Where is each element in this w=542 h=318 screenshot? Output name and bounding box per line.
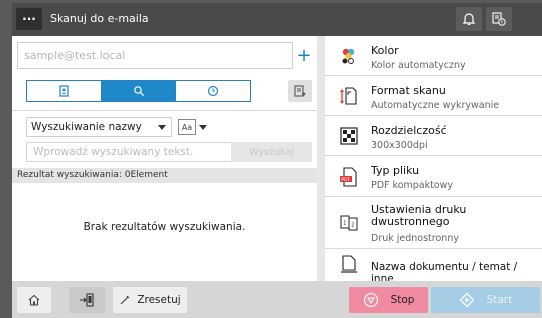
home-button[interactable] bbox=[17, 287, 51, 313]
setting-duplex[interactable]: 12 Ustawienia druku dwustronnego Druk je… bbox=[325, 197, 542, 249]
search-button[interactable]: Wyszukaj bbox=[231, 142, 312, 162]
search-icon bbox=[133, 86, 144, 96]
color-icon bbox=[338, 45, 360, 67]
setting-value: 300x300dpi bbox=[371, 140, 428, 151]
email-field-wrapper bbox=[17, 42, 293, 69]
tab-history[interactable] bbox=[176, 81, 251, 101]
menu-button[interactable]: ··· bbox=[16, 8, 42, 30]
stop-icon bbox=[363, 292, 378, 308]
setting-label: Rozdzielczość bbox=[371, 124, 447, 137]
pdf-file-icon: PDF bbox=[338, 166, 360, 188]
setting-value: PDF kompaktowy bbox=[371, 180, 454, 191]
divider bbox=[12, 110, 317, 111]
scan-format-icon bbox=[338, 85, 360, 107]
setting-label: Kolor bbox=[371, 44, 399, 57]
setting-label: Ustawienia druku dwustronnego bbox=[371, 203, 467, 228]
settings-panel: Kolor Kolor automatyczny Format skanu Au… bbox=[325, 36, 542, 285]
window-title: Skanuj do e-maila bbox=[50, 12, 149, 25]
device-status-icon bbox=[492, 12, 506, 26]
address-detail-button[interactable] bbox=[288, 80, 312, 102]
title-bar: ··· Skanuj do e-maila bbox=[12, 3, 542, 36]
tab-search[interactable] bbox=[101, 81, 177, 101]
eraser-icon bbox=[120, 295, 130, 305]
case-label: Aa bbox=[178, 119, 196, 135]
case-option-dropdown[interactable]: Aa bbox=[178, 117, 212, 137]
bottom-bar: Zresetuj Stop Start bbox=[12, 281, 542, 318]
search-bar: Wyszukaj bbox=[26, 142, 312, 162]
search-mode-dropdown[interactable]: Wyszukiwanie nazwy bbox=[26, 117, 172, 137]
setting-resolution[interactable]: Rozdzielczość 300x300dpi bbox=[325, 116, 542, 156]
start-label: Start bbox=[486, 294, 513, 306]
address-mode-tabs bbox=[26, 80, 251, 102]
resolution-icon bbox=[338, 125, 360, 147]
setting-document-name[interactable]: Nazwa dokumentu / temat / inne bbox=[325, 249, 542, 285]
chevron-down-icon bbox=[158, 125, 166, 130]
setting-value: Automatyczne wykrywanie bbox=[371, 100, 500, 111]
result-count: Rezultat wyszukiwania: 0Element bbox=[12, 168, 317, 183]
document-name-icon bbox=[338, 254, 360, 276]
email-field[interactable] bbox=[18, 43, 292, 68]
app-frame: ··· Skanuj do e-maila + bbox=[12, 3, 542, 318]
search-mode-label: Wyszukiwanie nazwy bbox=[31, 121, 142, 133]
search-input[interactable] bbox=[27, 143, 232, 161]
home-icon bbox=[28, 294, 40, 306]
login-icon bbox=[80, 293, 94, 307]
setting-value: Druk jednostronny bbox=[371, 233, 459, 244]
duplex-icon: 12 bbox=[338, 212, 360, 234]
more-icon: ··· bbox=[22, 12, 36, 26]
setting-label: Format skanu bbox=[371, 84, 446, 97]
start-icon bbox=[459, 292, 475, 308]
chevron-down-icon bbox=[199, 124, 207, 130]
stop-label: Stop bbox=[390, 294, 415, 306]
empty-state-message: Brak rezultatów wyszukiwania. bbox=[83, 221, 246, 233]
address-book-icon bbox=[59, 85, 69, 97]
setting-file-type[interactable]: PDF Typ pliku PDF kompaktowy bbox=[325, 156, 542, 197]
device-info-button[interactable] bbox=[486, 7, 512, 31]
start-button[interactable]: Start bbox=[431, 287, 540, 313]
clock-icon bbox=[208, 85, 219, 97]
setting-label: Typ pliku bbox=[371, 164, 420, 177]
bell-icon bbox=[462, 13, 476, 26]
reset-button[interactable]: Zresetuj bbox=[113, 287, 187, 313]
add-address-button[interactable]: + bbox=[294, 42, 314, 69]
logout-button[interactable] bbox=[69, 287, 105, 313]
reset-label: Zresetuj bbox=[137, 294, 181, 306]
notification-button[interactable] bbox=[456, 7, 482, 31]
address-list-icon bbox=[294, 85, 306, 97]
setting-color[interactable]: Kolor Kolor automatyczny bbox=[325, 36, 542, 76]
setting-scan-format[interactable]: Format skanu Automatyczne wykrywanie bbox=[325, 76, 542, 116]
svg-text:1: 1 bbox=[343, 221, 346, 227]
setting-value: Kolor automatyczny bbox=[371, 60, 466, 71]
svg-text:PDF: PDF bbox=[341, 177, 350, 183]
tab-address-book[interactable] bbox=[27, 81, 102, 101]
stop-button[interactable]: Stop bbox=[349, 287, 428, 313]
address-panel: + Wyszukiwanie nazwy Aa Wyszuka bbox=[12, 36, 317, 281]
svg-text:2: 2 bbox=[351, 223, 354, 229]
